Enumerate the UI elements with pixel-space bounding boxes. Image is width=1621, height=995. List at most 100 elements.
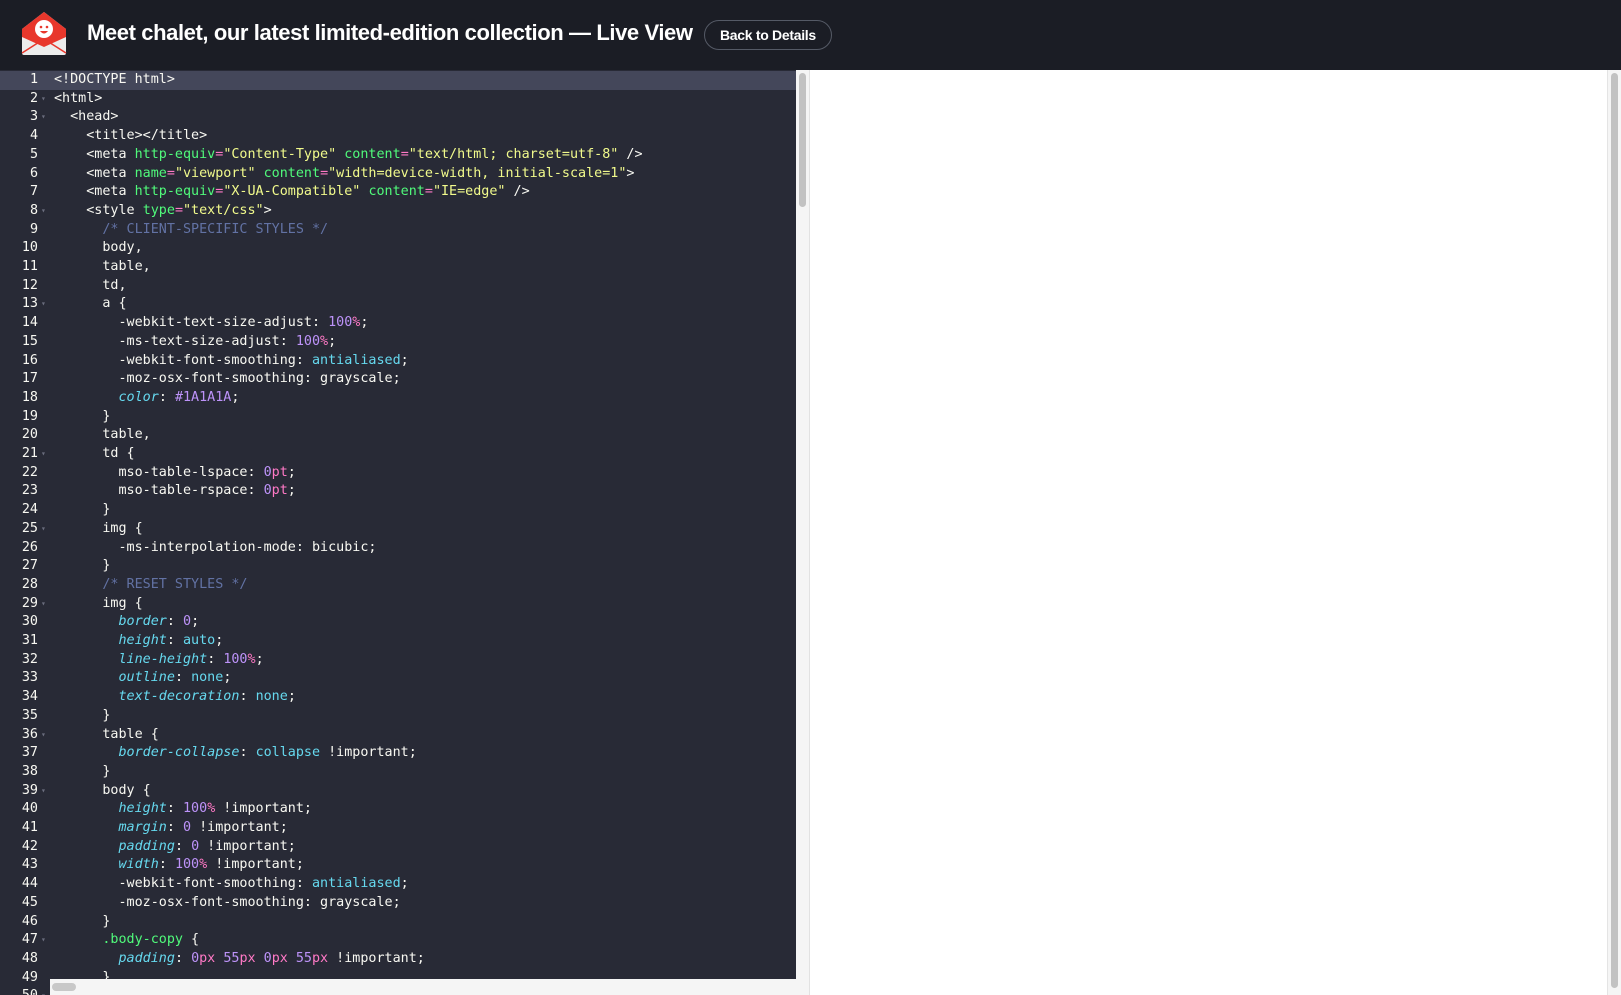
code-line[interactable]: 5 <meta http-equiv = "Content-Type" conten… (0, 146, 796, 165)
code-line[interactable]: 4 <title></title> (0, 127, 796, 146)
code-line[interactable]: 45 -moz-osx-font-smoothing: grayscale; (0, 894, 796, 913)
line-number: 20 (21, 427, 38, 443)
code-line[interactable]: 22 mso-table-lspace: 0pt; (0, 464, 796, 483)
code-line[interactable]: 17 -moz-osx-font-smoothing: grayscale; (0, 370, 796, 389)
code-line[interactable]: 32 line-height: 100%; (0, 651, 796, 670)
fold-arrow-icon[interactable]: ▾ (41, 108, 46, 127)
code-line[interactable]: 42 padding: 0 !important; (0, 838, 796, 857)
line-number: 38 (21, 763, 38, 779)
preview-vertical-scrollbar[interactable] (1607, 70, 1621, 995)
token-tag: /> (618, 146, 643, 162)
line-number: 26 (21, 539, 38, 555)
code-line[interactable]: 26 -ms-interpolation-mode: bicubic; (0, 539, 796, 558)
code-line[interactable]: 38 } (0, 763, 796, 782)
top-bar: Meet chalet, our latest limited-edition … (0, 0, 1621, 70)
token-tag: td { (54, 446, 135, 461)
code-line[interactable]: 36 ▾ table { (0, 726, 796, 745)
code-line[interactable]: 13 ▾ a { (0, 295, 796, 314)
line-number: 1 (29, 72, 38, 87)
fold-arrow-icon[interactable]: ▾ (41, 295, 46, 314)
code-line[interactable]: 19 } (0, 408, 796, 427)
code-line[interactable]: 12 td, (0, 277, 796, 296)
editor-vertical-scrollbar[interactable] (796, 70, 810, 995)
fold-arrow-icon[interactable]: ▾ (41, 782, 46, 801)
token-prop: color (118, 389, 159, 405)
code-line[interactable]: 39 ▾ body { (0, 782, 796, 801)
token-tag (54, 857, 119, 872)
code-line[interactable]: 10 body, (0, 239, 796, 258)
fold-arrow-icon[interactable]: ▾ (41, 987, 46, 995)
code-text: <!DOCTYPE html> (54, 71, 175, 90)
token-attr: content (368, 184, 425, 200)
line-number: 25 (21, 520, 38, 536)
line-number: 48 (21, 950, 38, 966)
code-line[interactable]: 11 table, (0, 258, 796, 277)
line-number: 21 (21, 446, 38, 461)
code-line[interactable]: 25 ▾ img { (0, 520, 796, 539)
scrollbar-thumb[interactable] (52, 983, 76, 991)
code-line[interactable]: 28 /* RESET STYLES */ (0, 576, 796, 595)
token-attr: name (134, 165, 167, 181)
code-line[interactable]: 20 table, (0, 426, 796, 445)
code-line[interactable]: 15 -ms-text-size-adjust: 100%; (0, 333, 796, 352)
token-val: collapse (255, 745, 321, 761)
fold-arrow-icon[interactable]: ▾ (41, 726, 46, 745)
code-line[interactable]: 33 outline: none; (0, 669, 796, 688)
code-line[interactable]: 2 ▾ <html> (0, 90, 796, 109)
code-line[interactable]: 3 ▾ <head> (0, 108, 796, 127)
editor-horizontal-scrollbar[interactable] (50, 979, 796, 995)
token-num: 100 (223, 651, 248, 667)
back-to-details-button[interactable]: Back to Details (704, 20, 832, 50)
token-tag: ; (231, 389, 240, 405)
fold-arrow-icon[interactable]: ▾ (41, 520, 46, 539)
envelope-smiley-logo (21, 12, 67, 55)
fold-arrow-icon[interactable]: ▾ (41, 90, 46, 109)
token-tag: !important; (207, 857, 304, 873)
code-line[interactable]: 46 } (0, 913, 796, 932)
fold-arrow-icon[interactable]: ▾ (41, 595, 46, 614)
code-text: body { (54, 782, 150, 801)
code-line[interactable]: 34 text-decoration: none; (0, 688, 796, 707)
line-number: 17 (21, 371, 38, 387)
scrollbar-thumb[interactable] (1611, 73, 1618, 988)
code-editor[interactable]: 1 <!DOCTYPE html> 2 ▾ <html> 3 ▾ <head> 4 <titl… (0, 70, 796, 995)
token-eq: = (166, 165, 175, 181)
code-text: -webkit-font-smoothing: antialiased; (54, 875, 408, 894)
fold-arrow-icon[interactable]: ▾ (41, 202, 46, 221)
line-number: 29 (21, 595, 38, 611)
fold-arrow-icon[interactable]: ▾ (41, 931, 46, 950)
line-number: 6 (29, 165, 38, 181)
token-tag (54, 801, 119, 816)
code-line[interactable]: 21 ▾ td { (0, 445, 796, 464)
code-line[interactable]: 1 <!DOCTYPE html> (0, 71, 796, 90)
code-line[interactable]: 40 height: 100% !important; (0, 800, 796, 819)
code-line[interactable]: 30 border: 0; (0, 613, 796, 632)
code-line[interactable]: 23 mso-table-rspace: 0pt; (0, 482, 796, 501)
code-line[interactable]: 35 } (0, 707, 796, 726)
code-line[interactable]: 27 } (0, 557, 796, 576)
code-line[interactable]: 9 /* CLIENT-SPECIFIC STYLES */ (0, 221, 796, 240)
code-line[interactable]: 6 <meta name="viewport" content="width=d… (0, 165, 796, 184)
code-line[interactable]: 31 height: auto; (0, 632, 796, 651)
code-line[interactable]: 37 border-collapse: collapse !important; (0, 744, 796, 763)
code-line[interactable]: 7 <meta http-equiv = "X-UA-Compatible" con… (0, 183, 796, 202)
scrollbar-thumb[interactable] (799, 73, 806, 207)
code-line[interactable]: 18 color: #1A1A1A; (0, 389, 796, 408)
code-line[interactable]: 8 ▾ <style type="text/css"> (0, 202, 796, 221)
fold-arrow-icon[interactable]: ▾ (41, 445, 46, 464)
token-prop: width (118, 857, 159, 873)
code-line[interactable]: 29 ▾ img { (0, 595, 796, 614)
code-text: <head> (54, 108, 118, 127)
code-line[interactable]: 14 -webkit-text-size-adjust: 100%; (0, 314, 796, 333)
code-line[interactable]: 16 -webkit-font-smoothing: antialiased; (0, 352, 796, 371)
code-line[interactable]: 48 padding: 0px 55px 0px 55px !important… (0, 950, 796, 969)
token-tag (54, 633, 119, 648)
code-text: -ms-interpolation-mode: bicubic; (54, 539, 376, 558)
line-number: 10 (21, 240, 38, 256)
code-line[interactable]: 24 } (0, 501, 796, 520)
token-tag: } (54, 502, 111, 518)
code-line[interactable]: 41 margin: 0 !important; (0, 819, 796, 838)
code-line[interactable]: 47 ▾ .body-copy { (0, 931, 796, 950)
code-line[interactable]: 44 -webkit-font-smoothing: antialiased; (0, 875, 796, 894)
code-line[interactable]: 43 width: 100% !important; (0, 856, 796, 875)
